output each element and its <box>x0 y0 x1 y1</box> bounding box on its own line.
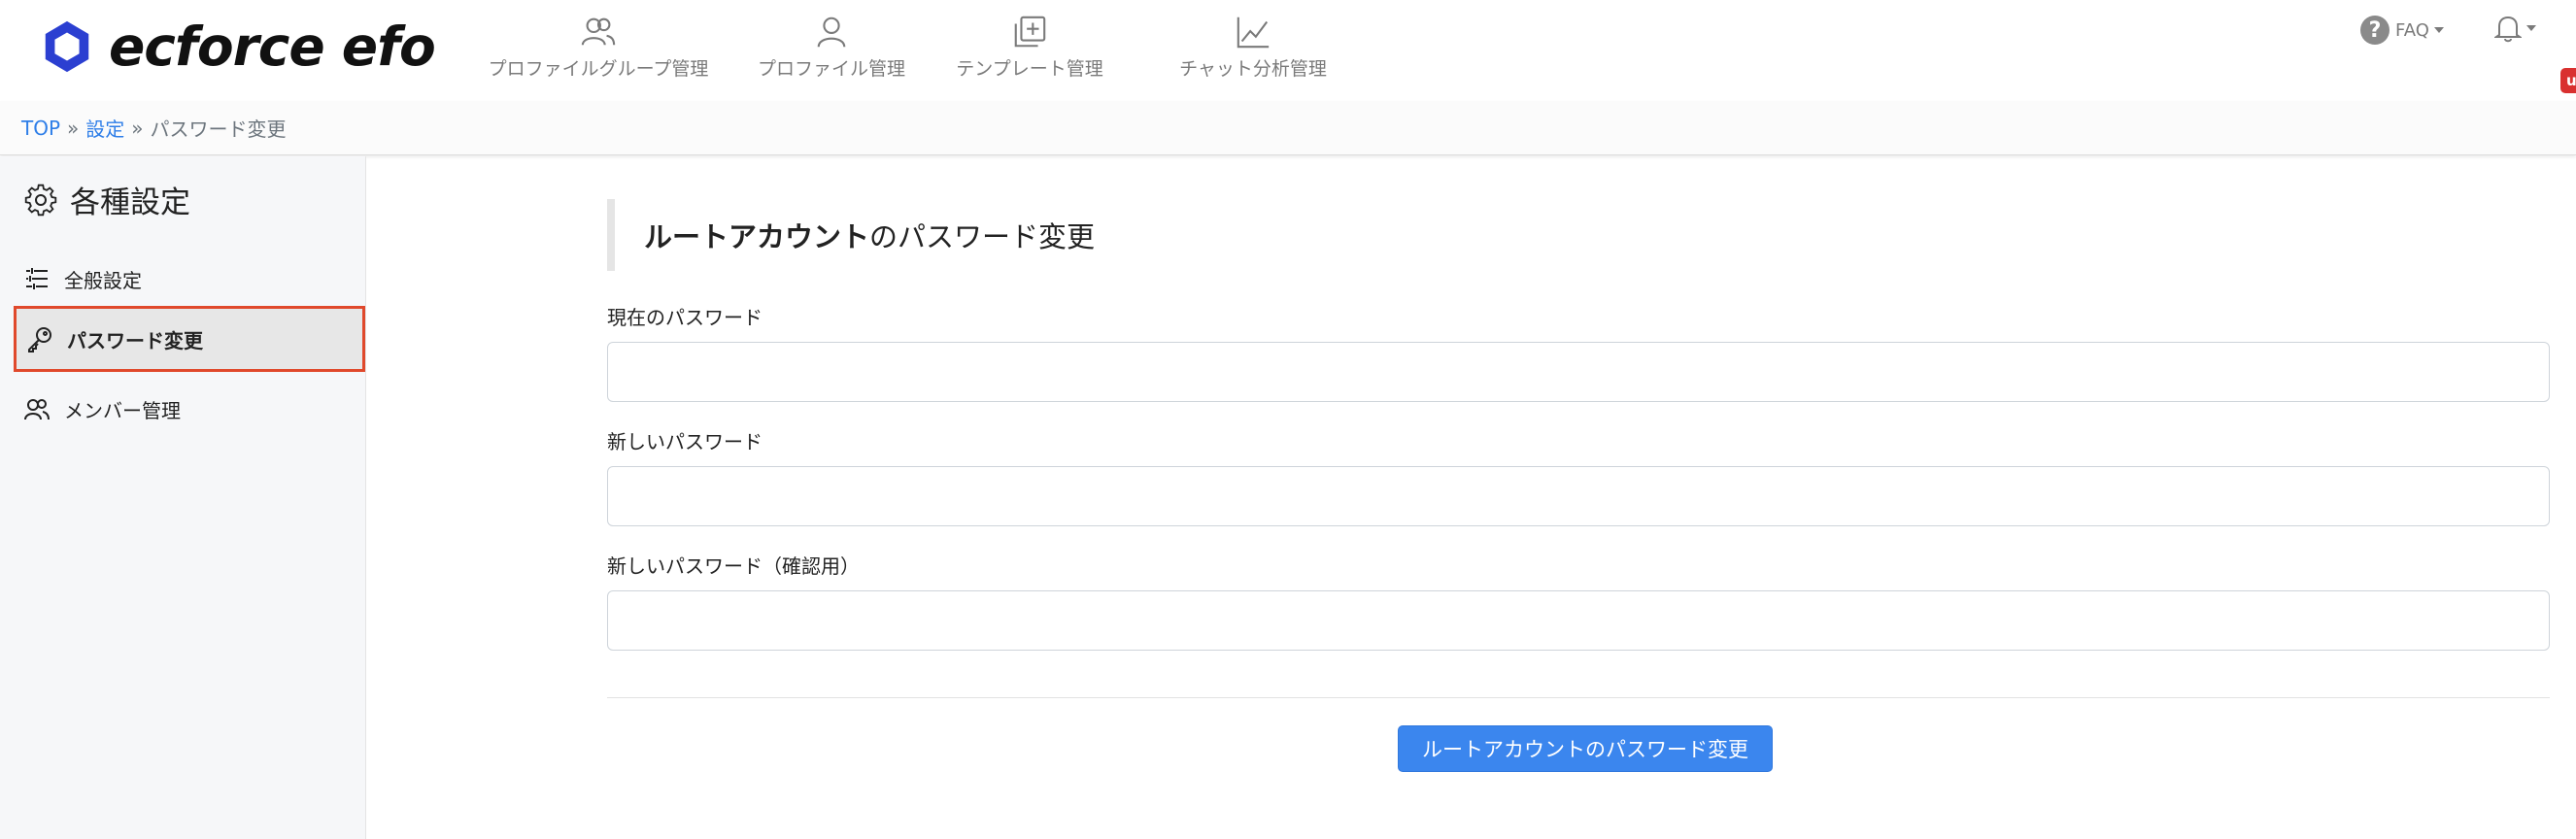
sidebar-item-password[interactable]: パスワード変更 <box>14 306 365 372</box>
sidebar-item-label: パスワード変更 <box>67 328 203 352</box>
faq-label: FAQ <box>2395 19 2429 41</box>
nav-label: チャット分析管理 <box>1179 58 1327 80</box>
breadcrumb-top-link[interactable]: TOP <box>21 117 60 140</box>
nav-chat-analytics[interactable]: チャット分析管理 <box>1154 14 1352 81</box>
gear-icon <box>24 184 57 216</box>
users-icon <box>24 399 50 420</box>
bell-icon <box>2494 16 2522 43</box>
form-divider <box>607 697 2550 698</box>
new-password-label: 新しいパスワード <box>607 430 763 453</box>
notification-badge[interactable]: u <box>2560 68 2576 93</box>
breadcrumb-separator: » <box>67 116 80 140</box>
brand-name: ecforce efo <box>109 15 436 78</box>
sidebar-item-label: 全般設定 <box>64 268 142 292</box>
line-chart-icon <box>1237 17 1270 49</box>
notification-dropdown[interactable] <box>2494 14 2536 43</box>
nav-label: テンプレート管理 <box>956 58 1103 80</box>
page-title-rest: のパスワード変更 <box>869 220 1096 253</box>
top-header: ecforce efo プロファイルグループ管理 プロファイル管理 テンプレート… <box>0 0 2576 97</box>
nav-label: プロファイル管理 <box>757 58 905 80</box>
sidebar-item-label: メンバー管理 <box>64 398 181 422</box>
new-password-field[interactable] <box>607 466 2550 526</box>
current-password-label: 現在のパスワード <box>607 306 763 329</box>
current-password-field[interactable] <box>607 342 2550 402</box>
nav-profile-group[interactable]: プロファイルグループ管理 <box>486 14 711 81</box>
faq-dropdown[interactable]: ? FAQ <box>2360 16 2444 45</box>
sidebar-title-label: 各種設定 <box>70 185 190 220</box>
breadcrumb-current: パスワード変更 <box>150 117 287 141</box>
logo-icon <box>45 20 89 73</box>
breadcrumb-separator: » <box>131 116 144 140</box>
change-password-button[interactable]: ルートアカウントのパスワード変更 <box>1398 725 1773 772</box>
sidebar-item-general[interactable]: 全般設定 <box>14 246 365 312</box>
key-icon <box>28 327 51 352</box>
sidebar-title: 各種設定 <box>23 178 190 221</box>
logo[interactable]: ecforce efo <box>39 15 436 78</box>
nav-label: プロファイルグループ管理 <box>488 58 709 80</box>
caret-down-icon <box>2526 25 2536 31</box>
users-icon <box>581 17 616 46</box>
user-icon <box>817 17 846 48</box>
settings-sidebar: 各種設定 全般設定 パスワード変更 メンバー管理 <box>0 156 366 839</box>
breadcrumb-settings-link[interactable]: 設定 <box>85 114 124 142</box>
caret-down-icon <box>2433 27 2444 33</box>
page-title: ルートアカウント のパスワード変更 <box>607 199 1578 271</box>
main-content: ルートアカウント のパスワード変更 現在のパスワード 新しいパスワード 新しいパス… <box>367 156 2576 839</box>
add-square-icon <box>1014 16 1046 48</box>
nav-template[interactable]: テンプレート管理 <box>954 14 1105 81</box>
sliders-list-icon <box>26 268 48 289</box>
confirm-password-label: 新しいパスワード（確認用） <box>607 554 860 578</box>
sidebar-item-members[interactable]: メンバー管理 <box>14 376 365 442</box>
question-icon: ? <box>2360 16 2390 45</box>
page-title-strong: ルートアカウント <box>644 220 870 253</box>
nav-profile[interactable]: プロファイル管理 <box>754 14 909 81</box>
breadcrumb: TOP » 設定 » パスワード変更 <box>0 101 2576 155</box>
confirm-password-field[interactable] <box>607 590 2550 651</box>
